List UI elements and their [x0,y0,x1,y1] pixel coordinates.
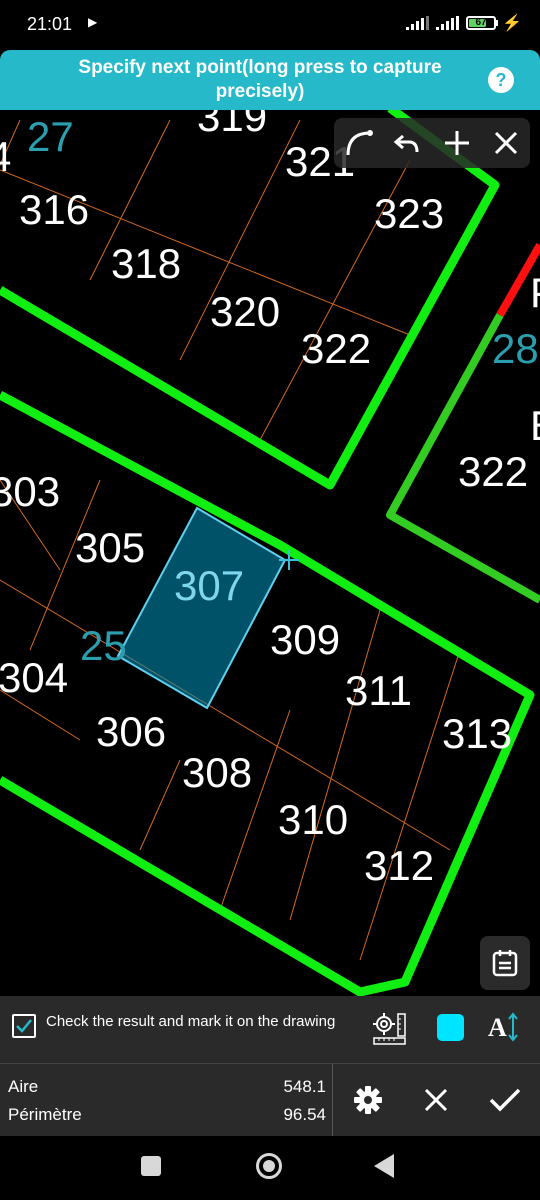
parcel-label-selected: 307 [174,562,244,609]
block-label: 27 [27,113,74,160]
measure-settings-button[interactable] [371,1012,409,1051]
options-bar: Check the result and mark it on the draw… [0,996,540,1064]
perimeter-label: Périmètre [8,1105,82,1124]
charging-icon: ⚡ [502,15,522,32]
battery-tip [496,20,498,26]
close-icon [424,1088,448,1112]
parcel-label: 310 [278,796,348,843]
parcel-label: 323 [374,190,444,237]
parcel-label: 304 [0,654,68,701]
help-button[interactable]: ? [488,67,514,93]
parcel-label: 303 [0,468,60,515]
system-nav-bar [0,1136,540,1200]
signal-icon-2 [436,16,459,30]
parcel-label: 318 [111,240,181,287]
add-point-button[interactable] [437,123,477,163]
home-button[interactable] [256,1153,282,1179]
area-label: Aire [8,1077,39,1096]
status-bar: 21:01 ▶ 67 ⚡ [0,0,540,50]
battery-level: 67 [475,17,487,28]
perimeter-value: 96.54 [283,1105,326,1124]
back-button[interactable] [374,1154,394,1178]
close-icon [494,131,517,155]
parcel-label: 322 [458,448,528,495]
parcel-label: 312 [364,842,434,889]
cad-drawing[interactable]: 319 321 323 316 318 320 322 303 305 307 … [0,50,540,996]
signal-icon [406,16,429,30]
color-picker-button[interactable] [437,1014,464,1041]
cancel-button[interactable] [418,1082,454,1118]
battery-icon: 67 [466,16,496,30]
parcel-label-partial: 4 [0,133,11,180]
arc-tool-button[interactable] [339,123,379,163]
mark-result-checkbox[interactable] [12,1014,36,1038]
gear-ruler-icon [373,1013,406,1045]
arc-icon [346,130,373,156]
text-size-button[interactable]: A [488,1012,519,1043]
parcel-label: 308 [182,749,252,796]
parcel-label: P [530,269,540,316]
check-icon [489,1088,521,1112]
parcel-label: 305 [75,524,145,571]
close-tool-button[interactable] [486,123,526,163]
block-label: 28 [492,325,539,372]
settings-button[interactable] [350,1082,386,1118]
parcel-label: 320 [210,288,280,335]
calendar-button[interactable] [480,936,530,990]
parcel-label: E [530,402,540,449]
text-size-icon: A [488,1013,507,1042]
block-label: 25 [80,622,127,669]
plus-icon [444,131,469,155]
parcel-label: 322 [301,325,371,372]
parcel-label: 316 [19,186,89,233]
checkmark-icon [16,1019,32,1033]
area-value: 548.1 [283,1077,326,1096]
mark-result-label: Check the result and mark it on the draw… [46,1013,336,1030]
divider [332,1064,333,1136]
calendar-icon [492,950,518,977]
undo-icon [393,134,418,153]
parcel-label: 311 [345,667,412,714]
play-icon: ▶ [88,15,98,29]
measurement-results: Aire 548.1 Périmètre 96.54 [0,1064,540,1136]
recent-apps-button[interactable] [141,1156,161,1176]
prompt-text: Specify next point(long press to capture… [78,57,442,102]
parcel-label: 309 [270,616,340,663]
drawing-canvas[interactable]: 319 321 323 316 318 320 322 303 305 307 … [0,50,540,996]
confirm-button[interactable] [487,1082,523,1118]
gear-icon [354,1086,382,1114]
status-time: 21:01 [27,14,73,34]
command-prompt-bar: Specify next point(long press to capture… [0,50,540,110]
parcel-label: 306 [96,708,166,755]
drawing-tool-panel [334,118,530,168]
parcel-label: 313 [442,710,512,757]
undo-button[interactable] [388,123,428,163]
resize-arrow-icon [508,1012,518,1042]
